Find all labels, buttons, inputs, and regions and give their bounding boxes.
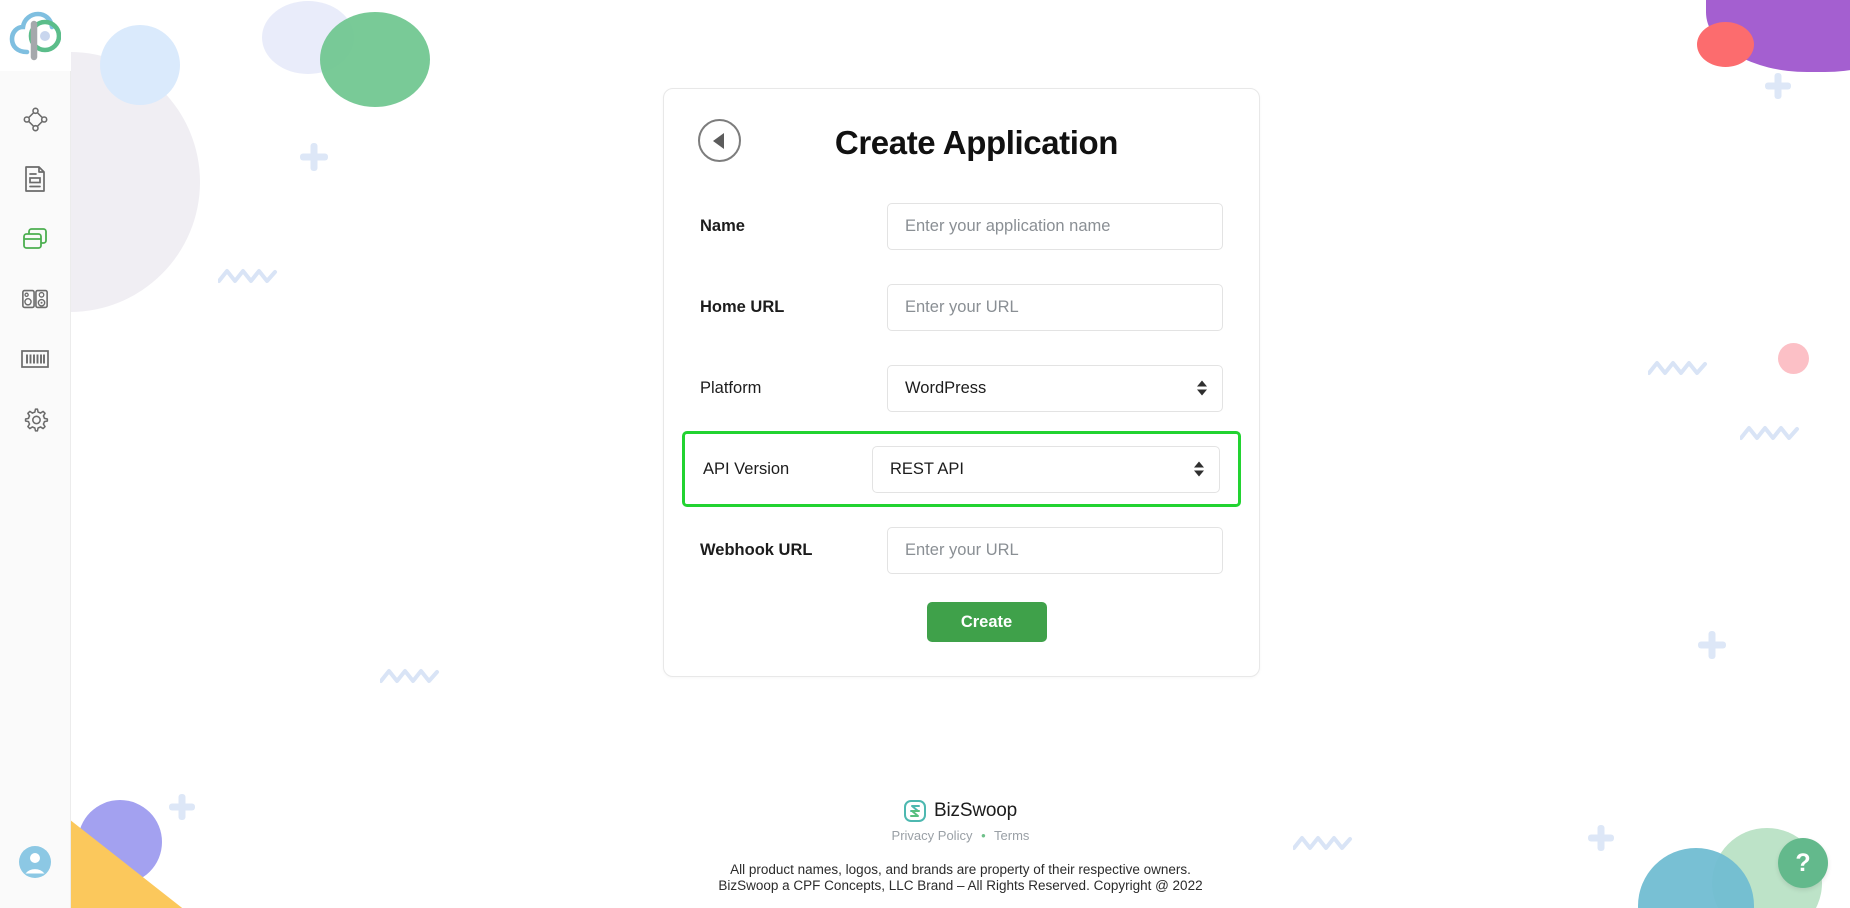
footer-link-separator: • [981, 828, 986, 843]
decor-blob-pink [1778, 343, 1809, 374]
api-version-select-value: REST API [890, 459, 964, 478]
name-input-placeholder: Enter your application name [905, 216, 1111, 235]
decor-plus-2 [1765, 73, 1791, 99]
label-api-version: API Version [703, 459, 790, 478]
platform-select[interactable]: WordPress [887, 364, 1223, 412]
label-webhook-url: Webhook URL [700, 540, 813, 559]
barcode-icon [21, 350, 49, 368]
webhook-url-input-placeholder: Enter your URL [905, 540, 1019, 559]
sidebar-nav [0, 89, 71, 449]
card-header: Create Application [664, 89, 1259, 197]
app-logo[interactable] [0, 0, 71, 71]
chevron-updown-icon [1194, 461, 1204, 477]
gear-icon [24, 407, 48, 432]
back-arrow-icon [712, 132, 724, 149]
create-button[interactable]: Create [926, 602, 1047, 642]
decor-plus-3 [1698, 631, 1726, 659]
decor-blob-green [320, 12, 430, 107]
decor-zigzag-1 [218, 269, 277, 283]
footer-legal: All product names, logos, and brands are… [71, 862, 1850, 894]
footer-legal-line-2: BizSwoop a CPF Concepts, LLC Brand – All… [718, 877, 1203, 893]
decor-blob-purple [1706, 0, 1850, 72]
webhook-url-input[interactable]: Enter your URL [887, 526, 1223, 574]
sidebar-item-modules[interactable] [0, 269, 71, 329]
sidebar-account[interactable] [18, 845, 52, 884]
cloud-p-logo-icon [9, 11, 61, 60]
form-row-webhook-url: Webhook URL Enter your URL [664, 521, 1259, 579]
document-icon [25, 166, 45, 192]
footer-brand: BizSwoop [71, 800, 1850, 822]
help-button[interactable]: ? [1778, 838, 1828, 888]
privacy-policy-link[interactable]: Privacy Policy [892, 828, 973, 843]
user-avatar-icon [19, 846, 51, 878]
name-input[interactable]: Enter your application name [887, 202, 1223, 250]
footer-links: Privacy Policy • Terms [71, 828, 1850, 843]
sidebar-item-documents[interactable] [0, 149, 71, 209]
decor-zigzag-3 [1648, 361, 1707, 375]
sidebar-item-network[interactable] [0, 89, 71, 149]
form-row-api-version: API Version REST API [682, 431, 1241, 507]
app-root: Create Application Name Enter your appli… [0, 0, 1850, 908]
decor-blob-lavender [262, 1, 354, 74]
home-url-input[interactable]: Enter your URL [887, 283, 1223, 331]
nodes-network-icon [23, 107, 47, 131]
footer: BizSwoop Privacy Policy • Terms All prod… [71, 800, 1850, 894]
sidebar-item-applications[interactable] [0, 209, 71, 269]
footer-brand-name: BizSwoop [934, 800, 1017, 821]
bizswoop-logo-icon [904, 800, 927, 822]
create-application-card: Create Application Name Enter your appli… [663, 88, 1260, 677]
label-platform: Platform [700, 378, 762, 397]
submit-row: Create [664, 602, 1259, 642]
form-row-home-url: Home URL Enter your URL [664, 278, 1259, 336]
sidebar-item-barcode[interactable] [0, 329, 71, 389]
back-button[interactable] [698, 119, 741, 162]
decor-blob-lightblue [100, 25, 180, 105]
page-title: Create Application [834, 124, 1119, 161]
form-row-name: Name Enter your application name [664, 197, 1259, 255]
cards-stack-icon [23, 228, 47, 249]
decor-blob-salmon [1697, 22, 1754, 67]
label-home-url: Home URL [700, 297, 785, 316]
api-version-select[interactable]: REST API [872, 445, 1220, 493]
form-row-platform: Platform WordPress [664, 359, 1259, 417]
sidebar-item-settings[interactable] [0, 389, 71, 449]
decor-zigzag-2 [380, 669, 439, 683]
sidebar [0, 0, 71, 908]
terms-link[interactable]: Terms [994, 828, 1029, 843]
home-url-input-placeholder: Enter your URL [905, 297, 1019, 316]
chevron-updown-icon [1197, 380, 1207, 396]
platform-select-value: WordPress [905, 378, 987, 397]
label-name: Name [700, 216, 745, 235]
modules-icon [22, 289, 48, 309]
decor-zigzag-4 [1740, 426, 1799, 440]
footer-legal-line-1: All product names, logos, and brands are… [730, 862, 1191, 877]
decor-plus-1 [300, 143, 328, 171]
